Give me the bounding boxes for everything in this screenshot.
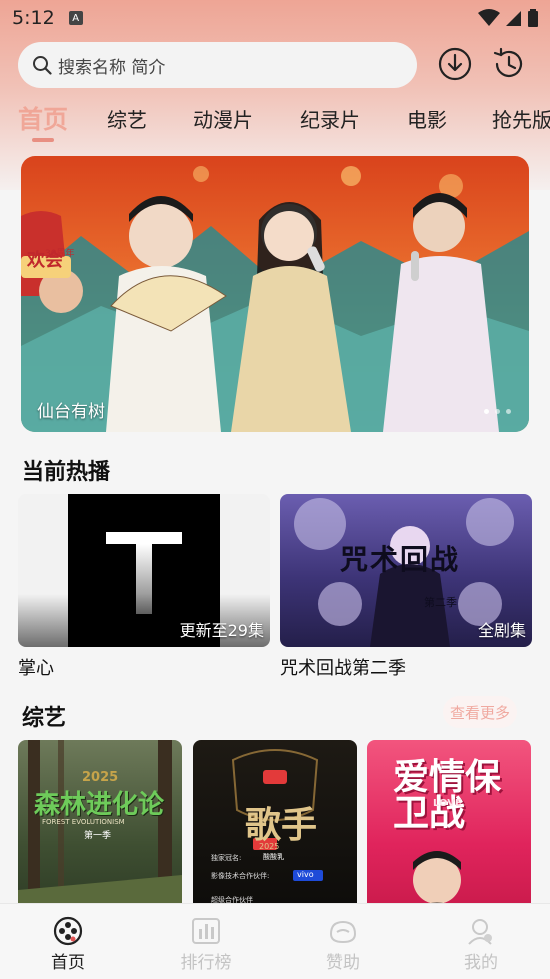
variety-section-title: 综艺 xyxy=(22,706,67,731)
variety-card-love[interactable]: 爱情保卫战 LOVE xyxy=(367,740,531,915)
poster-title-text: 森林进化论 xyxy=(34,790,165,820)
tab-preview[interactable]: 抢先版 xyxy=(492,104,550,133)
poster-title-text: 歌手 xyxy=(245,805,318,846)
poster-title-text: 咒术回战 xyxy=(340,543,461,576)
download-icon[interactable] xyxy=(437,46,473,82)
notification-icon: A xyxy=(68,11,83,25)
poster-letter-t-bar xyxy=(106,532,182,544)
nav-home-label: 首页 xyxy=(51,953,85,973)
active-tab-indicator xyxy=(32,138,54,142)
episode-badge: 全剧集 xyxy=(477,621,526,640)
profile-icon xyxy=(468,919,492,945)
carousel-dot xyxy=(495,409,500,414)
search-placeholder: 搜索名称 简介 xyxy=(58,57,166,78)
poster-season-text: 第二季 xyxy=(424,596,457,609)
tab-variety[interactable]: 综艺 xyxy=(107,104,147,133)
status-time: 5:12 xyxy=(12,7,55,29)
tech-partner-name: vivo xyxy=(297,870,314,879)
poster-title-text: 爱情保卫战 xyxy=(393,757,502,834)
wifi-icon xyxy=(478,9,500,26)
banner-title: 仙台有树 xyxy=(37,402,105,422)
tab-home[interactable]: 首页 xyxy=(18,100,68,136)
hot-card-jujutsu[interactable]: 咒术回战 第二季 全剧集 xyxy=(280,494,532,647)
tab-documentary[interactable]: 纪录片 xyxy=(300,104,360,133)
status-bar: 5:12 A xyxy=(0,0,550,36)
sponsor-name: 酸酸乳 xyxy=(263,853,284,861)
nav-ranking[interactable]: 排行榜 xyxy=(156,904,256,979)
poster-en-text: FOREST EVOLUTIONISM xyxy=(42,818,125,826)
poster-en-text: LOVE xyxy=(433,798,462,809)
category-tabs: 首页 综艺 动漫片 纪录片 电影 抢先版 xyxy=(0,100,550,142)
history-icon[interactable] xyxy=(491,46,527,82)
poster-year: 2025 xyxy=(259,842,280,851)
signal-icon xyxy=(506,11,521,26)
search-input[interactable]: 搜索名称 简介 xyxy=(18,42,417,88)
hot-title-jujutsu[interactable]: 咒术回战第二季 xyxy=(280,654,406,680)
search-icon xyxy=(33,56,52,75)
hot-card-zhangxin[interactable]: 更新至29集 xyxy=(18,494,270,647)
tab-movie[interactable]: 电影 xyxy=(407,104,447,133)
variety-card-singer[interactable]: 歌手 2025 独家冠名: 酸酸乳 影像技术合作伙伴: vivo 超级合作伙伴 xyxy=(193,740,357,915)
nav-sponsor-label: 赞助 xyxy=(326,953,360,973)
banner-overlay-text: 30周年 xyxy=(45,247,74,259)
tab-anime[interactable]: 动漫片 xyxy=(193,104,253,133)
nav-sponsor[interactable]: 赞助 xyxy=(293,904,393,979)
carousel-indicator xyxy=(484,409,511,414)
view-more-button[interactable]: 查看更多 xyxy=(443,696,517,728)
episode-badge: 更新至29集 xyxy=(179,621,264,640)
nav-home[interactable]: 首页 xyxy=(18,904,118,979)
banner-artwork: 欢会 30周年 xyxy=(21,166,529,432)
sponsor-label: 独家冠名: xyxy=(211,854,242,862)
ranking-icon xyxy=(192,918,220,944)
sponsor-icon xyxy=(329,920,357,944)
nav-profile[interactable]: 我的 xyxy=(431,904,531,979)
carousel-dot xyxy=(506,409,511,414)
tech-partner-label: 影像技术合作伙伴: xyxy=(211,872,270,880)
film-reel-icon xyxy=(53,916,83,946)
hot-title-zhangxin[interactable]: 掌心 xyxy=(18,654,54,680)
poster-year: 2025 xyxy=(82,770,119,785)
hot-section-title: 当前热播 xyxy=(22,460,111,485)
nav-profile-label: 我的 xyxy=(464,953,498,973)
bottom-navigation: 首页 排行榜 赞助 我的 xyxy=(0,903,550,979)
banner-carousel[interactable]: 欢会 30周年 仙台有树 xyxy=(21,156,529,432)
nav-ranking-label: 排行榜 xyxy=(180,953,232,973)
battery-icon xyxy=(528,9,538,27)
poster-season-text: 第一季 xyxy=(84,831,112,841)
carousel-dot xyxy=(484,409,489,414)
variety-card-forest[interactable]: 2025 森林进化论 FOREST EVOLUTIONISM 第一季 xyxy=(18,740,182,915)
